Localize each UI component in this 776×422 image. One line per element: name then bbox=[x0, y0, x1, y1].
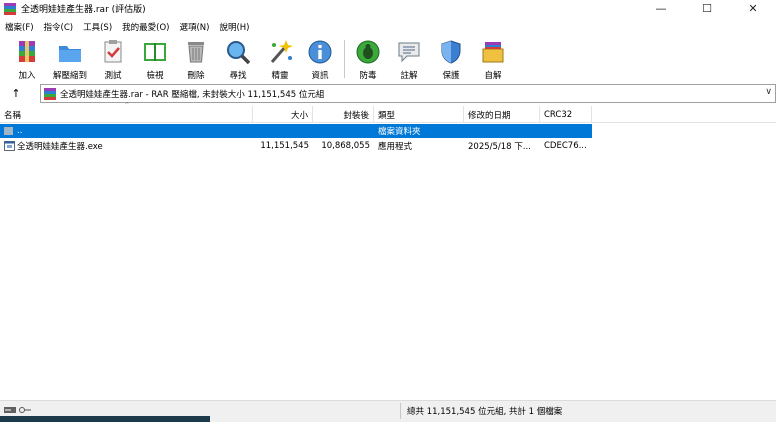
maximize-button[interactable]: ☐ bbox=[684, 0, 730, 17]
row-name: 全透明娃娃產生器.exe bbox=[17, 142, 103, 152]
status-icons bbox=[4, 406, 31, 414]
row-type: 應用程式 bbox=[378, 142, 413, 152]
view-button[interactable]: 檢視 bbox=[135, 36, 175, 82]
address-dropdown-icon[interactable]: ∨ bbox=[765, 87, 772, 97]
shield-icon bbox=[437, 38, 465, 66]
minimize-button[interactable]: — bbox=[638, 0, 684, 17]
menu-options[interactable]: 選項(N) bbox=[174, 21, 214, 33]
row-size: 11,151,545 bbox=[260, 141, 309, 151]
delete-label: 刪除 bbox=[187, 71, 205, 81]
header-size[interactable]: 大小 bbox=[253, 106, 313, 123]
comment-button[interactable]: 註解 bbox=[389, 36, 429, 82]
row-name: .. bbox=[17, 126, 23, 136]
window-title: 全透明娃娃產生器.rar (評估版) bbox=[21, 5, 146, 15]
info-label: 資訊 bbox=[311, 71, 329, 81]
close-button[interactable]: ✕ bbox=[730, 0, 776, 17]
find-button[interactable]: 尋找 bbox=[218, 36, 258, 82]
toolbar-separator bbox=[344, 40, 345, 78]
extract-to-button[interactable]: 解壓縮到 bbox=[50, 36, 90, 82]
header-packed[interactable]: 封裝後 bbox=[313, 106, 374, 123]
wizard-label: 精靈 bbox=[271, 71, 289, 81]
extract-folder-icon bbox=[56, 38, 84, 66]
winrar-app-icon[interactable] bbox=[4, 2, 16, 15]
add-archive-icon bbox=[13, 38, 41, 66]
find-label: 尋找 bbox=[229, 71, 247, 81]
row-modified: 2025/5/18 下... bbox=[468, 142, 531, 152]
row-type: 檔案資料夾 bbox=[378, 127, 421, 137]
menu-commands[interactable]: 指令(C) bbox=[39, 21, 79, 33]
row-packed: 10,868,055 bbox=[321, 141, 370, 151]
sfx-button[interactable]: 自解 bbox=[473, 36, 513, 82]
info-button[interactable]: 資訊 bbox=[300, 36, 340, 82]
delete-button[interactable]: 刪除 bbox=[176, 36, 216, 82]
magic-wand-icon bbox=[266, 38, 294, 66]
test-clipboard-icon bbox=[99, 38, 127, 66]
background-strip bbox=[0, 416, 210, 422]
header-type[interactable]: 類型 bbox=[374, 106, 464, 123]
table-row-parent-folder[interactable]: .. 檔案資料夾 bbox=[0, 124, 592, 138]
test-button[interactable]: 測試 bbox=[93, 36, 133, 82]
sfx-archive-icon bbox=[479, 38, 507, 66]
menu-help[interactable]: 說明(H) bbox=[214, 21, 254, 33]
view-label: 檢視 bbox=[146, 71, 164, 81]
table-row-exe[interactable]: 全透明娃娃產生器.exe 11,151,545 10,868,055 應用程式 … bbox=[0, 139, 592, 153]
drive-icon[interactable] bbox=[4, 406, 16, 414]
menu-tools[interactable]: 工具(S) bbox=[78, 21, 117, 33]
magnifier-icon bbox=[224, 38, 252, 66]
menu-file[interactable]: 檔案(F) bbox=[0, 21, 39, 33]
header-modified[interactable]: 修改的日期 bbox=[464, 106, 540, 123]
address-bar[interactable]: 全透明娃娃產生器.rar - RAR 壓縮檔, 未封裝大小 11,151,545… bbox=[40, 84, 776, 103]
comment-label: 註解 bbox=[400, 71, 418, 81]
address-row: ↑ 全透明娃娃產生器.rar - RAR 壓縮檔, 未封裝大小 11,151,5… bbox=[0, 84, 776, 103]
row-crc: CDEC76... bbox=[544, 141, 587, 151]
header-crc[interactable]: CRC32 bbox=[540, 106, 592, 123]
menu-bar: 檔案(F) 指令(C) 工具(S) 我的最愛(O) 選項(N) 說明(H) bbox=[0, 19, 255, 34]
sfx-label: 自解 bbox=[484, 71, 502, 81]
virus-scan-button[interactable]: 防毒 bbox=[348, 36, 388, 82]
title-bar: 全透明娃娃產生器.rar (評估版) — ☐ ✕ bbox=[0, 0, 776, 17]
folder-up-icon bbox=[4, 124, 14, 138]
address-text: 全透明娃娃產生器.rar - RAR 壓縮檔, 未封裝大小 11,151,545… bbox=[60, 89, 325, 100]
window-controls: — ☐ ✕ bbox=[638, 0, 776, 17]
wizard-button[interactable]: 精靈 bbox=[260, 36, 300, 82]
extract-to-label: 解壓縮到 bbox=[52, 71, 87, 81]
bug-icon bbox=[354, 38, 382, 66]
column-header-row: 名稱 大小 封裝後 類型 修改的日期 CRC32 bbox=[0, 106, 776, 123]
key-icon[interactable] bbox=[19, 406, 31, 414]
status-separator bbox=[400, 403, 401, 419]
trash-icon bbox=[182, 38, 210, 66]
protect-button[interactable]: 保護 bbox=[431, 36, 471, 82]
virus-scan-label: 防毒 bbox=[359, 71, 377, 81]
protect-label: 保護 bbox=[442, 71, 460, 81]
view-book-icon bbox=[141, 38, 169, 66]
header-name[interactable]: 名稱 bbox=[0, 106, 253, 123]
add-label: 加入 bbox=[18, 71, 36, 81]
menu-favorites[interactable]: 我的最愛(O) bbox=[117, 21, 174, 33]
status-summary: 總共 11,151,545 位元組, 共計 1 個檔案 bbox=[407, 407, 563, 417]
comment-icon bbox=[395, 38, 423, 66]
up-folder-button[interactable]: ↑ bbox=[0, 84, 32, 103]
archive-icon bbox=[44, 87, 56, 100]
info-icon bbox=[306, 38, 334, 66]
exe-file-icon bbox=[4, 139, 15, 153]
test-label: 測試 bbox=[104, 71, 122, 81]
add-button[interactable]: 加入 bbox=[7, 36, 47, 82]
toolbar: 加入 解壓縮到 測試 檢視 刪除 尋找 精靈 資訊 防毒 註解 保護 自解 bbox=[0, 36, 776, 82]
